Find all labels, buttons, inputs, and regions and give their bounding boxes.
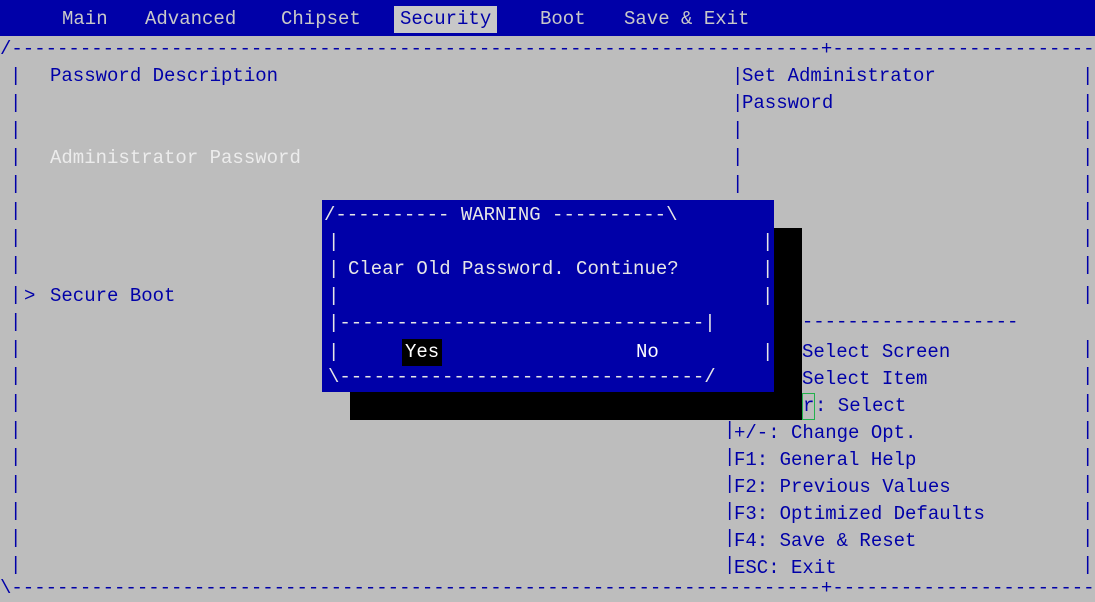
key-select-screen: Select Screen <box>802 341 951 363</box>
menu-bar: Main Advanced Chipset Security Boot Save… <box>0 0 1095 36</box>
key-save-reset: F4: Save & Reset <box>734 530 917 552</box>
frame-top-border: /---------------------------------------… <box>0 38 1095 60</box>
password-description-label: Password Description <box>50 65 279 87</box>
key-optimized-defaults: F3: Optimized Defaults <box>734 503 985 525</box>
key-general-help: F1: General Help <box>734 449 917 471</box>
key-select-item: Select Item <box>802 368 928 390</box>
help-text-line1: Set Administrator <box>742 65 936 87</box>
dialog-top-border: /---------- WARNING ----------\ <box>324 204 678 226</box>
dialog-side: | <box>762 231 774 253</box>
tab-chipset[interactable]: Chipset <box>281 6 361 33</box>
tab-save-exit[interactable]: Save & Exit <box>624 6 749 33</box>
dialog-side: | <box>328 341 340 363</box>
yes-button[interactable]: Yes <box>402 339 443 366</box>
administrator-password-item[interactable]: Administrator Password <box>50 145 301 172</box>
tab-advanced[interactable]: Advanced <box>145 6 236 33</box>
key-enter-select: : Select <box>815 395 907 417</box>
dialog-title: WARNING <box>460 204 541 226</box>
key-change-opt: +/-: Change Opt. <box>734 422 917 444</box>
help-text-line2: Password <box>742 92 834 114</box>
dialog-side: | <box>762 258 774 280</box>
no-button[interactable]: No <box>633 339 662 366</box>
warning-dialog: /---------- WARNING ----------\ | | | Cl… <box>322 200 774 392</box>
secure-boot-submenu-marker: > <box>24 285 36 307</box>
dialog-side: | <box>328 285 340 307</box>
tab-main[interactable]: Main <box>62 6 108 33</box>
dialog-side: | <box>328 231 340 253</box>
frame-bottom-border: \---------------------------------------… <box>0 577 1095 599</box>
tab-boot[interactable]: Boot <box>540 6 586 33</box>
key-esc-exit: ESC: Exit <box>734 557 837 579</box>
tab-security[interactable]: Security <box>394 6 498 33</box>
dialog-side: | <box>762 285 774 307</box>
dialog-message: Clear Old Password. Continue? <box>348 258 679 280</box>
dialog-bottom-border: \--------------------------------/ <box>328 366 716 388</box>
dialog-side: | <box>328 258 340 280</box>
secure-boot-item[interactable]: Secure Boot <box>50 283 175 310</box>
key-enter-cursor: r <box>802 393 816 420</box>
dialog-side: | <box>762 341 774 363</box>
key-previous-values: F2: Previous Values <box>734 476 951 498</box>
dialog-divider: |--------------------------------| <box>328 312 716 334</box>
